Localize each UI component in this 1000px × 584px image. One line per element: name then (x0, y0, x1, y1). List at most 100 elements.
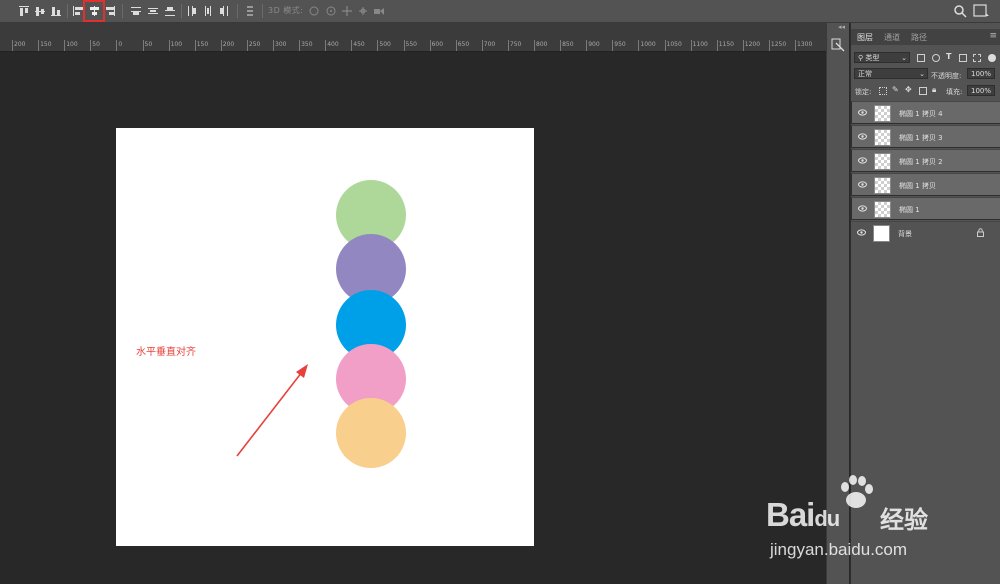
watermark-brand-text: Bai (766, 496, 815, 533)
layer-name[interactable]: 椭圆 1 拷贝 2 (899, 157, 943, 168)
ruler-tick (64, 40, 66, 51)
visibility-eye-icon[interactable] (858, 109, 867, 116)
ruler-label: 550 (405, 41, 417, 48)
ruler-label: 200 (222, 41, 235, 48)
lock-artboard-icon[interactable] (919, 87, 927, 95)
opacity-value: 100% (971, 70, 992, 78)
fill-input[interactable]: 100% (967, 85, 995, 96)
filter-type-icon[interactable]: T (946, 52, 951, 61)
panel-tabs: 图层 通道 路径 ≡ (851, 29, 1000, 45)
chevron-down-icon: ⌄ (901, 54, 907, 62)
layer-thumbnail (874, 177, 891, 194)
separator (262, 4, 263, 18)
annotation-arrow (236, 364, 308, 457)
ruler-label: 1100 (692, 41, 708, 48)
filter-shape-icon[interactable] (959, 54, 967, 62)
tab-layers[interactable]: 图层 (857, 32, 873, 43)
opacity-input[interactable]: 100% (967, 68, 995, 79)
layer-thumbnail (874, 201, 891, 218)
visibility-eye-icon[interactable] (858, 205, 867, 212)
circle-orange[interactable] (336, 398, 406, 468)
distribute-top-edges-icon[interactable] (128, 3, 144, 19)
distribute-right-edges-icon[interactable] (216, 3, 232, 19)
pan-3d-icon[interactable] (339, 3, 355, 19)
distribute-vertical-centers-icon[interactable] (145, 3, 161, 19)
layer-row[interactable]: 椭圆 1 (851, 197, 1000, 220)
lock-transparent-pixels-icon[interactable] (879, 87, 887, 95)
filter-toggle-icon[interactable] (988, 54, 996, 62)
layer-filter-select[interactable]: ⚲ 类型 ⌄ (854, 52, 910, 63)
ruler-label: 1300 (797, 41, 813, 48)
tab-paths[interactable]: 路径 (911, 32, 927, 43)
ruler-label: 100 (170, 41, 183, 48)
ruler-label: 350 (301, 41, 313, 48)
separator (122, 4, 123, 18)
scale-3d-icon[interactable] (371, 3, 387, 19)
align-top-edges-icon[interactable] (16, 3, 32, 19)
layer-name[interactable]: 椭圆 1 拷贝 (899, 181, 936, 192)
ruler-label: 900 (588, 41, 600, 48)
ruler-label: 100 (66, 41, 78, 48)
filter-pixel-icon[interactable] (917, 54, 925, 62)
layer-row[interactable]: 背景 (851, 221, 1000, 244)
ruler-tick (507, 40, 509, 51)
ruler-tick (664, 40, 666, 51)
visibility-eye-icon[interactable] (857, 229, 866, 236)
align-horizontal-centers-icon[interactable] (83, 0, 105, 22)
auto-align-layers-icon[interactable] (242, 3, 258, 19)
ruler-label: 450 (353, 41, 365, 48)
workspace-icon[interactable] (972, 3, 990, 19)
ruler-label: 50 (144, 41, 153, 48)
ruler-tick (429, 40, 431, 51)
layer-name[interactable]: 椭圆 1 拷贝 4 (899, 109, 943, 120)
distribute-bottom-edges-icon[interactable] (162, 3, 178, 19)
layer-name[interactable]: 背景 (898, 229, 912, 239)
ruler-tick (273, 40, 274, 51)
align-left-edges-icon[interactable] (70, 3, 86, 19)
document-tab-bar (0, 23, 826, 40)
visibility-eye-icon[interactable] (858, 157, 867, 164)
filter-adjustment-icon[interactable] (932, 54, 940, 62)
lock-icon[interactable] (977, 228, 984, 237)
layer-name[interactable]: 椭圆 1 拷贝 3 (899, 133, 943, 144)
ruler-label: 250 (248, 41, 261, 48)
document-canvas[interactable] (116, 128, 534, 546)
ruler-label: 750 (509, 41, 522, 48)
ruler-tick (795, 40, 796, 51)
align-right-edges-icon[interactable] (102, 3, 118, 19)
lock-label: 锁定: (855, 88, 872, 96)
visibility-eye-icon[interactable] (858, 181, 867, 188)
slide-3d-icon[interactable] (355, 3, 371, 19)
distribute-horizontal-centers-icon[interactable] (200, 3, 216, 19)
lock-all-icon[interactable]: 🔒︎ (932, 85, 936, 95)
filter-smart-object-icon[interactable] (973, 54, 981, 62)
baidu-jingyan-watermark: Baidu 经验 jingyan.baidu.com (766, 470, 996, 580)
properties-icon[interactable] (831, 37, 845, 52)
fill-value: 100% (971, 87, 992, 95)
align-vertical-centers-icon[interactable] (32, 3, 48, 19)
opacity-label: 不透明度: (931, 72, 962, 80)
layer-thumbnail (874, 153, 891, 170)
ruler-tick (351, 40, 353, 51)
layer-name[interactable]: 椭圆 1 (899, 205, 920, 216)
collapse-panels-icon[interactable]: ◂◂ (838, 23, 845, 31)
layer-row[interactable]: 椭圆 1 拷贝 4 (851, 101, 1000, 124)
ruler-label: 200 (14, 41, 26, 48)
ruler-tick (768, 40, 770, 51)
roll-3d-icon[interactable] (323, 3, 339, 19)
search-icon[interactable] (952, 3, 968, 19)
ruler-tick (612, 40, 614, 51)
lock-image-pixels-icon[interactable]: ✎ (892, 85, 899, 94)
tab-channels[interactable]: 通道 (884, 32, 900, 43)
layer-row[interactable]: 椭圆 1 拷贝 2 (851, 149, 1000, 172)
align-bottom-edges-icon[interactable] (48, 3, 64, 19)
ruler-label: 150 (40, 41, 52, 48)
panel-menu-icon[interactable]: ≡ (989, 31, 997, 41)
lock-position-icon[interactable]: ✥ (905, 85, 912, 94)
visibility-eye-icon[interactable] (858, 133, 867, 140)
orbit-3d-icon[interactable] (306, 3, 322, 19)
blend-mode-select[interactable]: 正常 ⌄ (854, 68, 928, 79)
layer-row[interactable]: 椭圆 1 拷贝 3 (851, 125, 1000, 148)
distribute-left-edges-icon[interactable] (184, 3, 200, 19)
layer-row[interactable]: 椭圆 1 拷贝 (851, 173, 1000, 196)
